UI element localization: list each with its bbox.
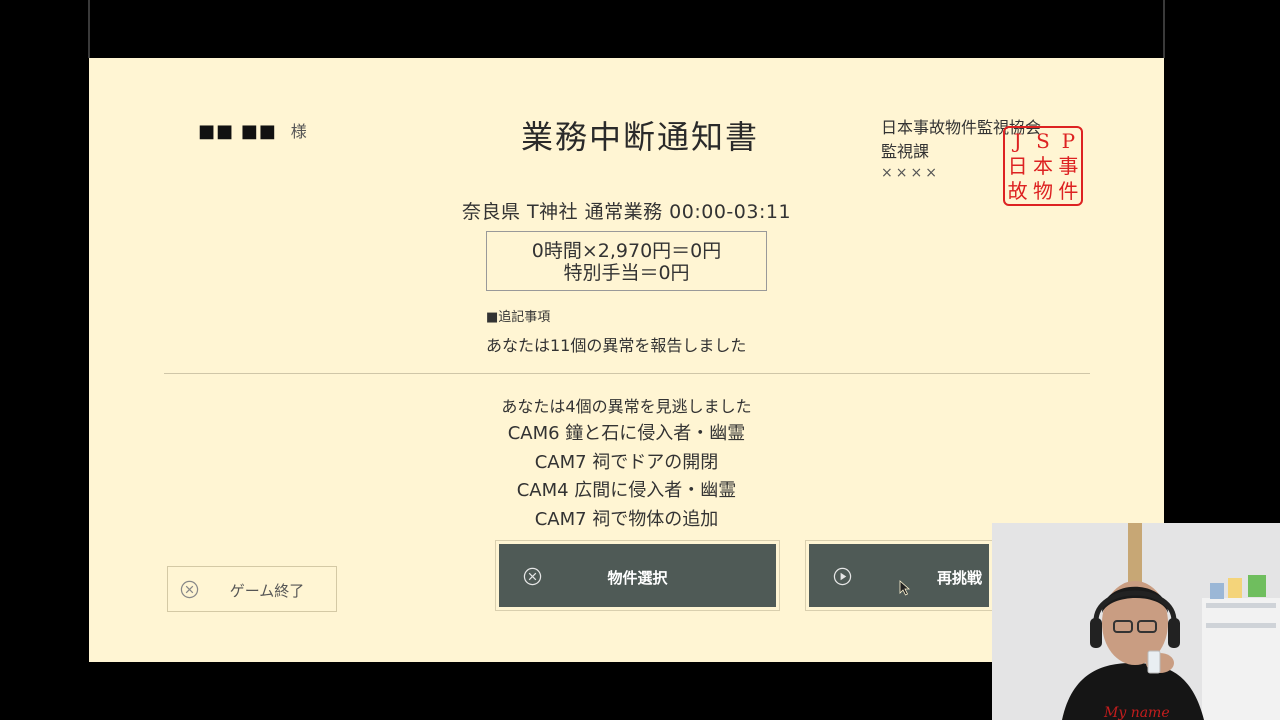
property-select-label: 物件選択 bbox=[607, 569, 668, 587]
missed-anomaly-list: CAM6 鐘と石に侵入者・幽霊 CAM7 祠でドアの開閉 CAM4 広間に侵入者… bbox=[0, 420, 1253, 534]
seal-char: 日 bbox=[1007, 153, 1028, 178]
retry-label: 再挑戦 bbox=[937, 569, 983, 587]
frame-edge-left bbox=[88, 0, 90, 58]
seal-char: 事 bbox=[1058, 153, 1079, 178]
property-select-button[interactable]: 物件選択 bbox=[495, 540, 780, 611]
payment-wage: 0時間×2,970円＝0円 bbox=[531, 240, 722, 262]
seal-char: 本 bbox=[1032, 153, 1053, 178]
shift-info: 奈良県 T神社 通常業務 00:00-03:11 bbox=[461, 201, 792, 223]
seal-char: J bbox=[1013, 128, 1022, 153]
payment-box: 0時間×2,970円＝0円 特別手当＝0円 bbox=[486, 231, 767, 291]
frame-edge-right bbox=[1163, 0, 1165, 58]
notes-header: ■追記事項 bbox=[486, 310, 551, 325]
seal-char: P bbox=[1061, 128, 1076, 153]
webcam-overlay: My name bbox=[992, 523, 1280, 720]
quit-game-label: ゲーム終了 bbox=[229, 582, 305, 600]
quit-game-button[interactable]: ゲーム終了 bbox=[167, 566, 337, 612]
svg-text:My name: My name bbox=[1103, 705, 1170, 720]
play-circle-icon bbox=[833, 567, 852, 590]
missed-count: あなたは4個の異常を見逃しました bbox=[501, 397, 752, 416]
webcam-person-image: My name bbox=[992, 523, 1280, 720]
divider bbox=[164, 373, 1090, 374]
missed-anomaly-item: CAM6 鐘と石に侵入者・幽霊 bbox=[507, 423, 746, 444]
missed-anomaly-item: CAM7 祠でドアの開閉 bbox=[534, 451, 719, 473]
official-seal-stamp: JSP日本事故物件 bbox=[1003, 126, 1083, 206]
missed-anomaly-item: CAM4 広間に侵入者・幽霊 bbox=[516, 480, 737, 501]
reported-count: あなたは11個の異常を報告しました bbox=[486, 336, 747, 355]
payment-bonus: 特別手当＝0円 bbox=[563, 262, 690, 284]
seal-char: S bbox=[1036, 128, 1050, 153]
mouse-cursor-icon bbox=[899, 580, 913, 600]
document-title: 業務中断通知書 bbox=[520, 118, 759, 156]
